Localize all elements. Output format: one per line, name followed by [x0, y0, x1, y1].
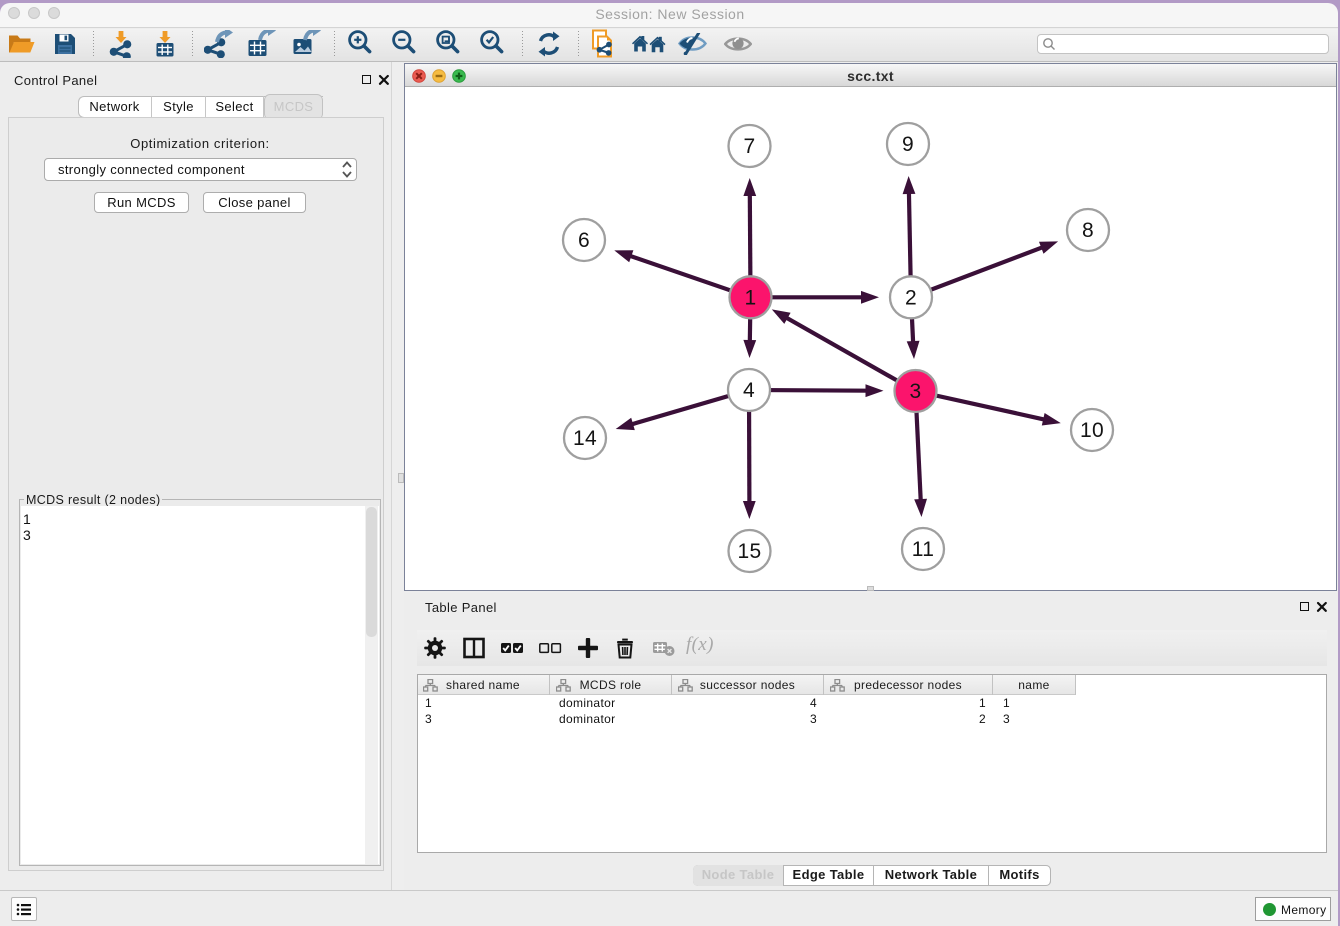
svg-text:4: 4 — [743, 379, 755, 402]
svg-text:11: 11 — [912, 538, 935, 561]
svg-text:1: 1 — [744, 287, 756, 310]
svg-text:3: 3 — [909, 380, 921, 403]
svg-text:14: 14 — [573, 427, 597, 450]
svg-text:2: 2 — [905, 287, 917, 310]
svg-text:7: 7 — [743, 135, 755, 158]
svg-text:9: 9 — [902, 133, 914, 156]
svg-text:6: 6 — [578, 229, 590, 252]
svg-text:8: 8 — [1082, 219, 1094, 242]
svg-text:10: 10 — [1080, 419, 1104, 442]
svg-text:15: 15 — [737, 540, 761, 563]
